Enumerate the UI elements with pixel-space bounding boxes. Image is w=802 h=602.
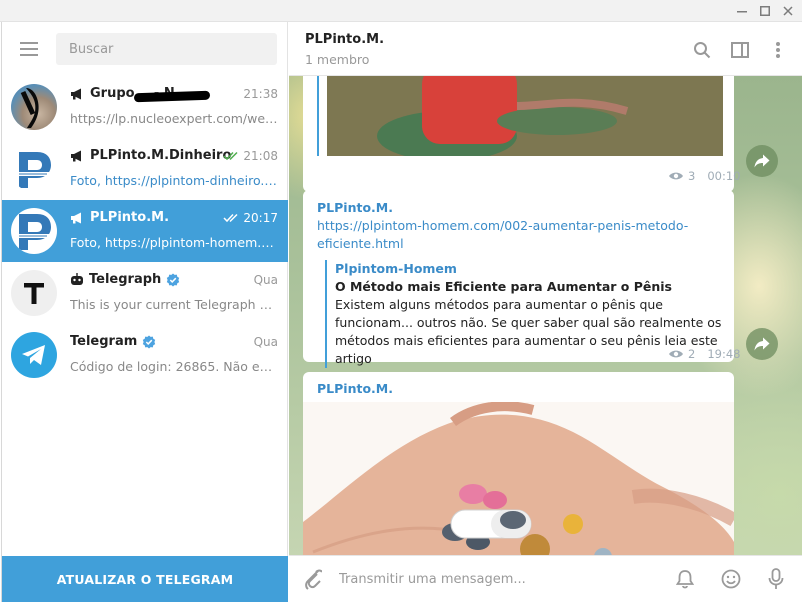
chat-item-active[interactable]: PLPinto.M. 20:17 Foto, https://plpintom-… [2,200,288,262]
chat-preview: Foto, https://plpintom-dinheiro.c... [70,173,278,188]
chat-item[interactable]: Telegraph Qua This is your current Teleg… [2,262,288,324]
attach-paperclip-icon[interactable] [301,567,325,591]
message-time: 19:48 [707,347,741,361]
search-icon[interactable] [690,38,714,62]
telegram-plane-icon [22,345,45,365]
message-meta: 3 00:10 [668,169,740,183]
avatar [11,208,57,254]
emoji-smile-icon[interactable] [719,567,743,591]
message-sender[interactable]: PLPinto.M. [317,381,393,396]
close-icon[interactable] [778,2,798,20]
message-photo[interactable] [303,402,734,555]
chat-list: Grupo... - N... 21:38 https://lp.nucleoe… [2,76,288,386]
bot-icon [71,273,83,285]
chat-time: 21:08 [223,149,278,163]
chat-item[interactable]: PLPinto.M.Dinheiro 21:08 Foto, https://p… [2,138,288,200]
avatar [11,270,57,316]
megaphone-icon [71,88,81,99]
message-bubble: 3 00:10 [303,76,740,192]
window-titlebar [0,0,802,22]
message-views: 2 [688,347,696,361]
bell-icon[interactable] [673,567,697,591]
chat-header: PLPinto.M. 1 membro [289,22,802,76]
preview-title: O Método mais Eficiente para Aumentar o … [335,279,672,294]
chat-time: 20:17 [223,211,278,225]
message-photo[interactable] [327,76,723,156]
preview-description: Existem alguns métodos para aumentar o p… [335,297,722,366]
hamburger-menu-icon[interactable] [16,38,42,60]
microphone-icon[interactable] [764,567,788,591]
message-bubble: PLPinto.M. https://plpintom-homem.com/00… [303,190,740,368]
chat-time: 21:38 [243,87,278,101]
verified-badge-icon [167,273,180,286]
megaphone-icon [71,212,81,223]
chat-item[interactable]: Telegram Qua Código de login: 26865. Não… [2,324,288,386]
chat-time: Qua [253,273,278,287]
avatar [11,146,57,192]
chat-name: PLPinto.M. [70,210,240,225]
sidebar: Grupo... - N... 21:38 https://lp.nucleoe… [2,22,288,602]
chat-title[interactable]: PLPinto.M. [305,32,384,47]
double-check-icon [223,151,238,161]
double-check-icon [223,213,238,223]
minimize-icon[interactable] [732,2,752,20]
chat-subtitle: 1 membro [305,52,370,67]
chat-item[interactable]: Grupo... - N... 21:38 https://lp.nucleoe… [2,76,288,138]
chat-name: Telegram [70,334,240,349]
message-time: 00:10 [707,169,741,183]
link-preview[interactable]: Plpintom-Homem O Método mais Eficiente p… [325,260,722,368]
views-eye-icon [669,172,683,180]
message-bubble: PLPinto.M. [303,372,734,555]
preview-accent-bar [317,76,319,156]
chat-name: PLPinto.M.Dinheiro [70,148,240,163]
chat-preview: Código de login: 26865. Não envie... [70,359,278,374]
chat-preview: Foto, https://plpintom-homem.c... [70,235,278,250]
message-meta: 2 19:48 [668,347,740,361]
more-options-icon[interactable] [766,38,790,62]
share-icon[interactable] [746,328,778,360]
avatar [11,84,57,130]
views-eye-icon [669,350,683,358]
sidebar-toggle-icon[interactable] [728,38,752,62]
verified-badge-icon [143,335,156,348]
chat-time: Qua [253,335,278,349]
message-link[interactable]: https://plpintom-homem.com/002-aumentar-… [317,217,707,253]
chat-preview: This is your current Telegraph acc... [70,297,278,312]
chat-name: Telegraph [70,272,240,287]
update-telegram-button[interactable]: ATUALIZAR O TELEGRAM [2,556,288,602]
chat-panel: PLPinto.M. 1 membro 3 00:10 PLPinto.M. h… [289,22,802,602]
search-input[interactable] [56,33,277,65]
chat-background: 3 00:10 PLPinto.M. https://plpintom-home… [289,76,802,555]
message-input[interactable] [339,566,609,592]
megaphone-icon [71,150,81,161]
message-sender[interactable]: PLPinto.M. [317,200,393,215]
maximize-icon[interactable] [755,2,775,20]
share-icon[interactable] [746,145,778,177]
preview-site-name: Plpintom-Homem [335,261,457,276]
avatar [11,332,57,378]
message-composer [289,555,802,602]
message-views: 3 [688,169,696,183]
chat-preview: https://lp.nucleoexpert.com/web... [70,111,278,126]
